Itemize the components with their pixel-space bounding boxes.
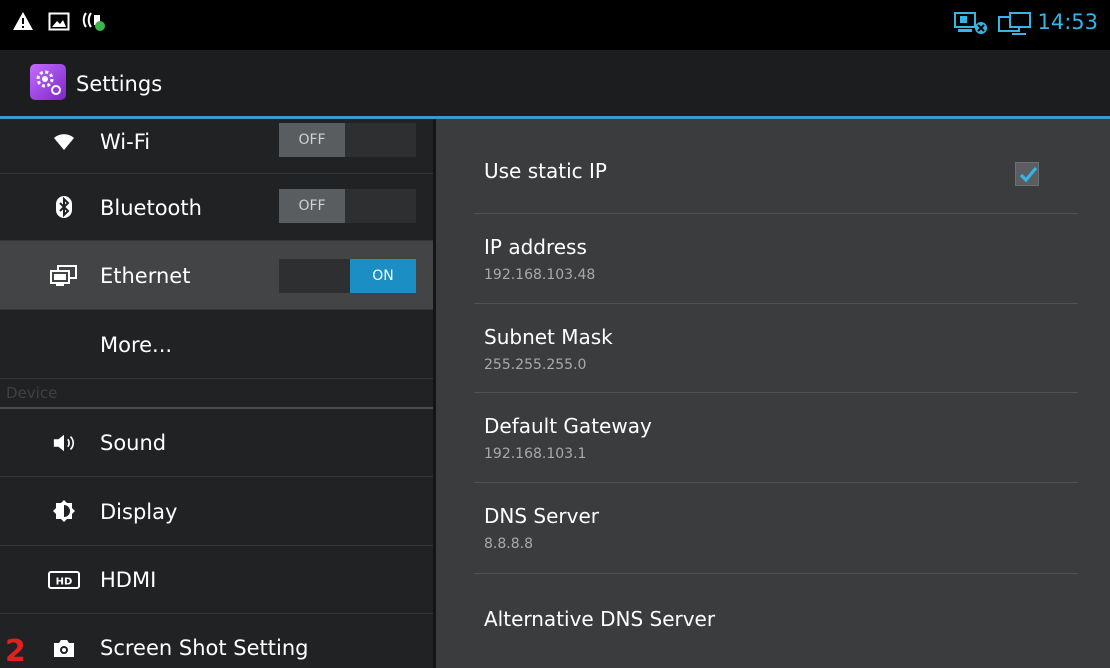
- status-bar: 14:53: [0, 0, 1110, 50]
- display-icon: [52, 499, 76, 523]
- camera-icon: [52, 636, 76, 660]
- pref-summary: 8.8.8.8: [484, 536, 533, 552]
- pref-summary: 192.168.103.48: [484, 267, 596, 283]
- toggle-on-label: ON: [350, 259, 416, 293]
- sidebar-item-label: More...: [100, 333, 173, 357]
- sidebar-item-bluetooth[interactable]: Bluetooth OFF: [0, 174, 433, 241]
- bluetooth-toggle[interactable]: OFF: [279, 189, 416, 223]
- wifi-toggle[interactable]: OFF: [279, 123, 416, 157]
- page-title: Settings: [76, 72, 163, 96]
- settings-sidebar: Wi-Fi OFF Bluetooth OFF Ethernet ON More…: [0, 119, 433, 668]
- section-header-label: Device: [6, 384, 58, 402]
- pref-summary: 255.255.255.0: [484, 357, 587, 373]
- section-header-device: Device: [0, 379, 433, 409]
- sidebar-item-display[interactable]: Display: [0, 477, 433, 546]
- pref-title: DNS Server: [484, 504, 599, 528]
- pref-title: Use static IP: [484, 159, 607, 183]
- pref-title: IP address: [484, 235, 587, 259]
- pref-title: Alternative DNS Server: [484, 607, 716, 631]
- static-ip-checkbox[interactable]: [1015, 162, 1039, 186]
- dns-server-pref[interactable]: DNS Server 8.8.8.8: [474, 483, 1078, 574]
- sidebar-item-wifi[interactable]: Wi-Fi OFF: [0, 119, 433, 174]
- monitor-icon: [998, 12, 1032, 40]
- action-bar: Settings: [0, 50, 1110, 116]
- ip-address-pref[interactable]: IP address 192.168.103.48: [474, 214, 1078, 304]
- pref-title: Subnet Mask: [484, 325, 613, 349]
- wifi-icon: [52, 130, 76, 154]
- hdmi-icon: HD: [48, 568, 80, 592]
- sidebar-item-label: HDMI: [100, 568, 157, 592]
- sidebar-item-label: Wi-Fi: [100, 130, 151, 154]
- sidebar-item-label: Display: [100, 500, 178, 524]
- hdmi-icon-text: HD: [56, 577, 73, 588]
- sidebar-item-hdmi[interactable]: HD HDMI: [0, 546, 433, 614]
- phone-signal-icon: [82, 10, 106, 36]
- alternative-dns-pref[interactable]: Alternative DNS Server: [474, 574, 1078, 668]
- static-ip-pref[interactable]: Use static IP: [474, 119, 1078, 214]
- sidebar-item-screenshot[interactable]: Screen Shot Setting: [0, 614, 433, 668]
- image-icon: [48, 10, 70, 36]
- sidebar-item-label: Screen Shot Setting: [100, 636, 309, 660]
- android-settings-screen: 14:53 Settings Wi-Fi OFF Bluetooth OFF E…: [0, 0, 1110, 668]
- bluetooth-icon: [52, 195, 76, 219]
- sidebar-item-sound[interactable]: Sound: [0, 409, 433, 477]
- ethernet-detail-panel: Use static IP IP address 192.168.103.48 …: [436, 119, 1110, 668]
- sidebar-item-label: Bluetooth: [100, 196, 202, 220]
- speaker-icon: [52, 431, 76, 455]
- toggle-off-label: OFF: [279, 123, 345, 157]
- sidebar-item-ethernet[interactable]: Ethernet ON: [0, 241, 433, 310]
- subnet-mask-pref[interactable]: Subnet Mask 255.255.255.0: [474, 304, 1078, 393]
- ethernet-icon: [50, 264, 78, 288]
- annotation-marker: 2: [5, 634, 26, 668]
- settings-app-icon[interactable]: [30, 64, 66, 100]
- sidebar-item-more[interactable]: More...: [0, 310, 433, 379]
- clock-time: 14:53: [1037, 10, 1098, 34]
- warning-icon: [12, 10, 34, 36]
- default-gateway-pref[interactable]: Default Gateway 192.168.103.1: [474, 393, 1078, 483]
- sidebar-item-label: Ethernet: [100, 264, 191, 288]
- pref-summary: 192.168.103.1: [484, 446, 587, 462]
- network-pc-icon: [954, 12, 988, 40]
- ethernet-toggle[interactable]: ON: [279, 259, 416, 293]
- sidebar-item-label: Sound: [100, 431, 167, 455]
- pref-title: Default Gateway: [484, 414, 652, 438]
- toggle-off-label: OFF: [279, 189, 345, 223]
